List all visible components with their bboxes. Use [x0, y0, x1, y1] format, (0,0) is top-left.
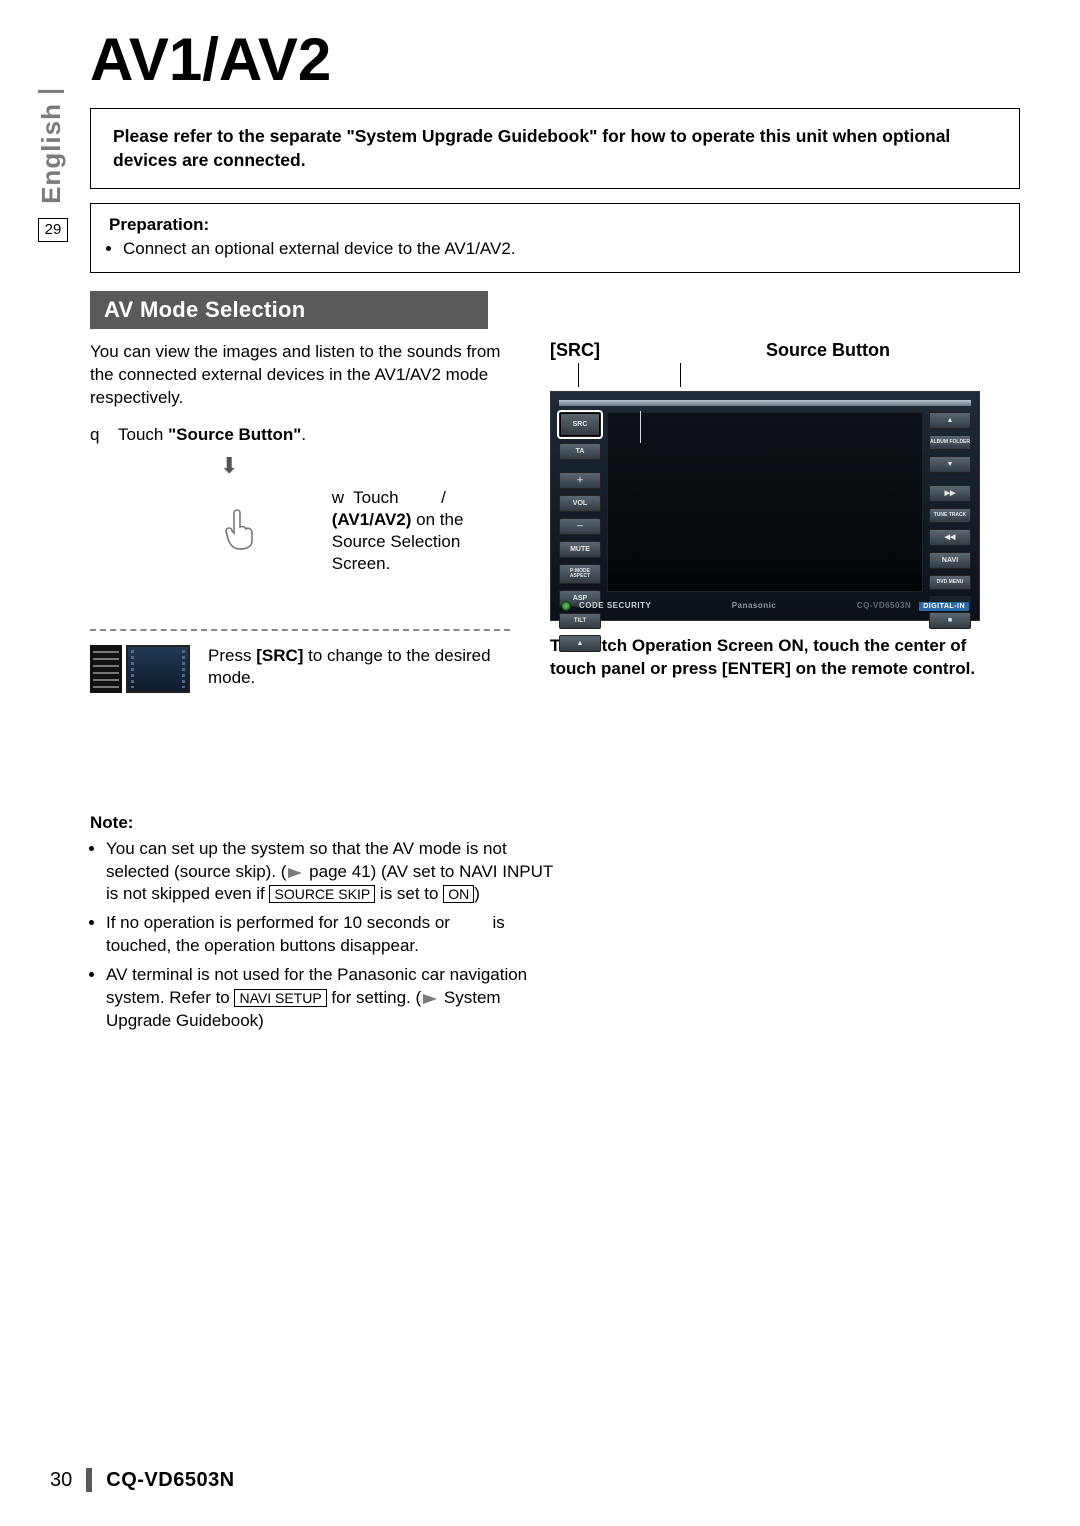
note-3-b: for setting. (: [327, 988, 421, 1007]
note-item-2: If no operation is performed for 10 seco…: [106, 912, 560, 958]
pmode-button[interactable]: P·MODE ASPECT: [559, 564, 601, 584]
step-2-pre: Touch: [353, 488, 403, 507]
navi-button[interactable]: NAVI: [929, 552, 971, 569]
album-folder-label: ALBUM FOLDER: [929, 435, 971, 450]
press-bold: [SRC]: [256, 646, 303, 665]
left-onscreen-buttons: SRC TA ＋ VOL － MUTE P·MODE ASPECT ASP TI…: [559, 412, 601, 592]
preparation-box: Preparation: Connect an optional externa…: [90, 203, 1020, 273]
mute-button[interactable]: MUTE: [559, 541, 601, 558]
preparation-item: Connect an optional external device to t…: [123, 238, 1001, 260]
page-footer: 30 CQ-VD6503N: [50, 1468, 235, 1492]
step-2-num: w: [332, 488, 344, 507]
folder-down-button[interactable]: ▼: [929, 456, 971, 473]
under-screen-text: To switch Operation Screen ON, touch the…: [550, 635, 980, 681]
step-1-pre: Touch: [118, 425, 168, 444]
intro-text: You can view the images and listen to th…: [90, 341, 510, 410]
press-pre: Press: [208, 646, 256, 665]
prev-track-button[interactable]: ◀◀: [929, 529, 971, 546]
left-column: You can view the images and listen to th…: [90, 341, 510, 1039]
device-screen: SRC TA ＋ VOL － MUTE P·MODE ASPECT ASP TI…: [550, 391, 980, 621]
next-track-button[interactable]: ▶▶: [929, 485, 971, 502]
stop-button[interactable]: ■: [929, 612, 971, 629]
side-tab: English 29: [38, 90, 72, 242]
folder-up-button[interactable]: ▲: [929, 412, 971, 429]
eject-button[interactable]: ▲: [559, 635, 601, 652]
step-2-slash: /: [441, 488, 446, 507]
brand-label: Panasonic: [659, 602, 849, 610]
right-column: [SRC] Source Button SRC TA ＋ VOL －: [550, 341, 980, 698]
src-button[interactable]: SRC: [559, 412, 601, 437]
step-1-bold: "Source Button": [168, 425, 301, 444]
tune-track-label: TUNE TRACK: [929, 508, 971, 523]
ta-button[interactable]: TA: [559, 443, 601, 460]
note-item-3: AV terminal is not used for the Panasoni…: [106, 964, 560, 1033]
note-1-d: ): [474, 884, 480, 903]
page-title: AV1/AV2: [90, 30, 1020, 90]
press-src-row: Press [SRC] to change to the desired mod…: [90, 645, 510, 693]
step-2: w Touch / (AV1/AV2) on the Source Select…: [332, 487, 510, 575]
down-arrow-icon: ⬇: [90, 453, 510, 479]
note-block: Note: You can set up the system so that …: [90, 813, 560, 1033]
page-ref-box: 29: [38, 218, 68, 242]
touch-panel-area[interactable]: [607, 412, 923, 592]
navi-setup-key: NAVI SETUP: [234, 989, 326, 1007]
step-2-bold: (AV1/AV2): [332, 510, 412, 529]
arrow-right-icon: [423, 994, 437, 1004]
note-item-1: You can set up the system so that the AV…: [106, 838, 560, 907]
status-text: CODE SECURITY: [579, 602, 651, 610]
footer-bar-icon: [86, 1468, 92, 1492]
model-label: CQ-VD6503N: [857, 602, 911, 610]
touch-finger-icon: [220, 505, 260, 561]
source-button-label: Source Button: [766, 341, 980, 359]
dvd-menu-button[interactable]: DVD MENU: [929, 575, 971, 590]
note-2-a: If no operation is performed for 10 seco…: [106, 913, 455, 932]
divider: [90, 629, 510, 631]
callout-box: Please refer to the separate "System Upg…: [90, 108, 1020, 189]
source-skip-key: SOURCE SKIP: [269, 885, 375, 903]
right-onscreen-buttons: ▲ ALBUM FOLDER ▼ ▶▶ TUNE TRACK ◀◀ NAVI D…: [929, 412, 971, 592]
vol-down-button[interactable]: －: [559, 518, 601, 535]
step-1-post: .: [301, 425, 306, 444]
arrow-right-icon: [288, 868, 302, 878]
footer-model: CQ-VD6503N: [106, 1470, 234, 1490]
security-led-icon: [561, 601, 571, 611]
section-heading: AV Mode Selection: [90, 291, 488, 329]
callout-text: Please refer to the separate "System Upg…: [113, 125, 997, 172]
on-key: ON: [443, 885, 474, 903]
tilt-button[interactable]: TILT: [559, 613, 601, 629]
source-selection-thumb: [90, 487, 318, 607]
vol-up-button[interactable]: ＋: [559, 472, 601, 489]
note-heading: Note:: [90, 813, 560, 833]
step-1: q Touch "Source Button".: [90, 424, 510, 447]
callout-pointers: [550, 363, 980, 387]
status-bar: CODE SECURITY Panasonic CQ-VD6503N DIGIT…: [561, 598, 969, 614]
language-label: English: [38, 90, 64, 206]
page-number: 30: [50, 1470, 72, 1490]
step-1-num: q: [90, 424, 108, 447]
unit-thumb-icon: [90, 645, 190, 693]
src-label: [SRC]: [550, 341, 600, 359]
digital-in-chip: DIGITAL-IN: [919, 602, 969, 611]
note-1-c: is set to: [375, 884, 443, 903]
vol-label: VOL: [559, 495, 601, 512]
preparation-heading: Preparation:: [109, 214, 1001, 236]
